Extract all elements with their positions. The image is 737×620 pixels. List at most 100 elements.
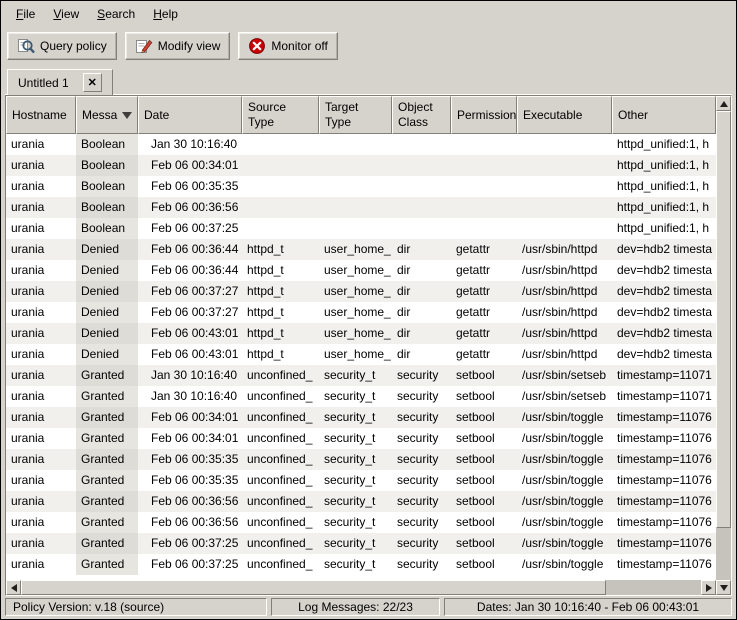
table-cell: security	[392, 386, 451, 407]
table-cell: /usr/sbin/toggle	[517, 449, 612, 470]
table-row[interactable]: uraniaDeniedFeb 06 00:37:27httpd_tuser_h…	[6, 281, 716, 302]
column-header-hostname[interactable]: Hostname	[6, 96, 76, 134]
table-row[interactable]: uraniaDeniedFeb 06 00:36:44httpd_tuser_h…	[6, 260, 716, 281]
table-cell: Boolean	[76, 134, 138, 155]
table-row[interactable]: uraniaGrantedJan 30 10:16:40unconfined_s…	[6, 386, 716, 407]
table-cell: Feb 06 00:36:44	[138, 260, 242, 281]
menu-view[interactable]: View	[44, 3, 88, 25]
table-row[interactable]: uraniaGrantedFeb 06 00:35:35unconfined_s…	[6, 449, 716, 470]
table-cell	[451, 176, 517, 197]
table-row[interactable]: uraniaGrantedFeb 06 00:34:01unconfined_s…	[6, 407, 716, 428]
table-row[interactable]: uraniaGrantedFeb 06 00:36:56unconfined_s…	[6, 491, 716, 512]
table-cell: Denied	[76, 260, 138, 281]
table-cell: urania	[6, 323, 76, 344]
table-cell: timestamp=11076	[612, 470, 716, 491]
table-row[interactable]: uraniaDeniedFeb 06 00:37:27httpd_tuser_h…	[6, 302, 716, 323]
table-row[interactable]: uraniaDeniedFeb 06 00:43:01httpd_tuser_h…	[6, 323, 716, 344]
table-body: uraniaBooleanJan 30 10:16:40httpd_unifie…	[6, 134, 716, 580]
table-row[interactable]: uraniaBooleanJan 30 10:16:40httpd_unifie…	[6, 134, 716, 155]
table-header: HostnameMessaDateSource TypeTarget TypeO…	[6, 96, 716, 134]
column-header-target-type[interactable]: Target Type	[319, 96, 392, 134]
table-cell: /usr/sbin/toggle	[517, 512, 612, 533]
table-cell: timestamp=11076	[612, 449, 716, 470]
table-row[interactable]: uraniaBooleanFeb 06 00:35:35httpd_unifie…	[6, 176, 716, 197]
table-cell: urania	[6, 134, 76, 155]
column-header-permission[interactable]: Permission	[451, 96, 517, 134]
table-row[interactable]: uraniaGrantedFeb 06 00:35:35unconfined_s…	[6, 470, 716, 491]
table-cell: urania	[6, 197, 76, 218]
tab-bar: Untitled 1 ✕	[1, 65, 736, 95]
table-cell: timestamp=11076	[612, 554, 716, 575]
table-cell: security	[392, 365, 451, 386]
table-cell	[392, 134, 451, 155]
horizontal-scroll-track[interactable]	[21, 580, 701, 595]
tab-close-button[interactable]: ✕	[83, 73, 102, 92]
table-cell: unconfined_	[242, 386, 319, 407]
table-row[interactable]: uraniaBooleanFeb 06 00:36:56httpd_unifie…	[6, 197, 716, 218]
table-cell: security	[392, 470, 451, 491]
column-header-date[interactable]: Date	[138, 96, 242, 134]
menu-file[interactable]: File	[7, 3, 44, 25]
table-row[interactable]: uraniaGrantedFeb 06 00:37:25unconfined_s…	[6, 533, 716, 554]
table-cell: httpd_t	[242, 239, 319, 260]
table-cell: urania	[6, 365, 76, 386]
table-cell	[517, 155, 612, 176]
table-cell: Granted	[76, 386, 138, 407]
tab-untitled-1[interactable]: Untitled 1 ✕	[7, 69, 113, 95]
table-cell: security_t	[319, 386, 392, 407]
vertical-scroll-track[interactable]	[716, 111, 731, 580]
vertical-scrollbar[interactable]	[716, 96, 731, 595]
monitor-off-button[interactable]: Monitor off	[238, 32, 337, 60]
query-policy-button[interactable]: Query policy	[7, 32, 117, 60]
scroll-down-button[interactable]	[716, 580, 731, 595]
table-cell: Denied	[76, 239, 138, 260]
horizontal-scroll-thumb[interactable]	[21, 580, 606, 595]
table-cell: urania	[6, 302, 76, 323]
table-row[interactable]: uraniaGrantedFeb 06 00:36:56unconfined_s…	[6, 512, 716, 533]
table-cell: timestamp=11071	[612, 386, 716, 407]
table-cell: Boolean	[76, 218, 138, 239]
table-row[interactable]: uraniaDeniedFeb 06 00:36:44httpd_tuser_h…	[6, 239, 716, 260]
table-cell: Feb 06 00:36:44	[138, 239, 242, 260]
table-cell: Denied	[76, 323, 138, 344]
table-cell: security_t	[319, 533, 392, 554]
table-cell: urania	[6, 512, 76, 533]
scroll-right-button[interactable]	[701, 580, 716, 595]
table-cell: /usr/sbin/httpd	[517, 281, 612, 302]
column-header-other[interactable]: Other	[612, 96, 716, 134]
table-cell: unconfined_	[242, 449, 319, 470]
scroll-up-button[interactable]	[716, 96, 731, 111]
table-cell: urania	[6, 428, 76, 449]
table-cell: Feb 06 00:35:35	[138, 470, 242, 491]
table-row[interactable]: uraniaBooleanFeb 06 00:34:01httpd_unifie…	[6, 155, 716, 176]
table-cell: Boolean	[76, 176, 138, 197]
table-cell: Feb 06 00:34:01	[138, 407, 242, 428]
column-header-object-class[interactable]: Object Class	[392, 96, 451, 134]
table-cell: Granted	[76, 407, 138, 428]
table-cell: Jan 30 10:16:40	[138, 386, 242, 407]
table-row[interactable]: uraniaGrantedJan 30 10:16:40unconfined_s…	[6, 365, 716, 386]
table-cell: dir	[392, 281, 451, 302]
scroll-left-button[interactable]	[6, 580, 21, 595]
table-cell	[517, 197, 612, 218]
table-row[interactable]: uraniaGrantedFeb 06 00:37:25unconfined_s…	[6, 554, 716, 575]
column-header-source-type[interactable]: Source Type	[242, 96, 319, 134]
vertical-scroll-thumb[interactable]	[716, 111, 731, 528]
table-cell	[451, 155, 517, 176]
column-header-executable[interactable]: Executable	[517, 96, 612, 134]
menu-search[interactable]: Search	[88, 3, 144, 25]
table-cell: setbool	[451, 470, 517, 491]
table-cell: Granted	[76, 512, 138, 533]
column-header-messa[interactable]: Messa	[76, 96, 138, 134]
table-row[interactable]: uraniaGrantedFeb 06 00:34:01unconfined_s…	[6, 428, 716, 449]
table-cell: setbool	[451, 407, 517, 428]
modify-view-button[interactable]: Modify view	[125, 32, 231, 60]
table-row[interactable]: uraniaBooleanFeb 06 00:37:25httpd_unifie…	[6, 218, 716, 239]
table-cell	[392, 197, 451, 218]
table-cell: Denied	[76, 302, 138, 323]
menu-help[interactable]: Help	[144, 3, 187, 25]
table-cell: Feb 06 00:37:25	[138, 218, 242, 239]
horizontal-scrollbar[interactable]	[6, 580, 716, 595]
table-row[interactable]: uraniaDeniedFeb 06 00:43:01httpd_tuser_h…	[6, 344, 716, 365]
table-cell: timestamp=11076	[612, 428, 716, 449]
